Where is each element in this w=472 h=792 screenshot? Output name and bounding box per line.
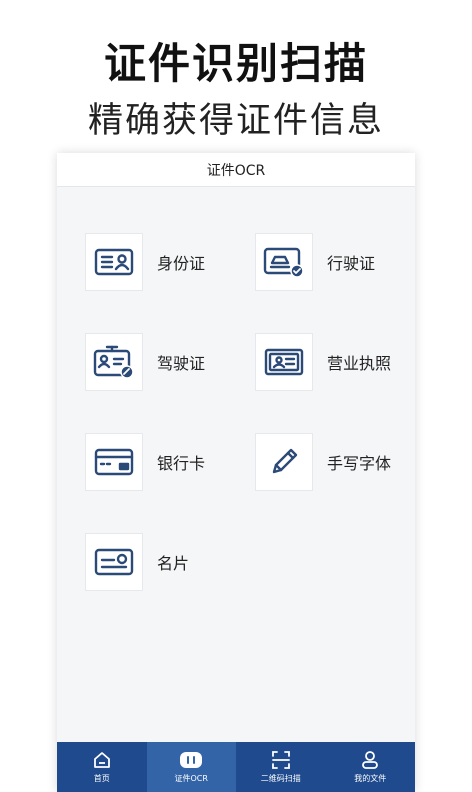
tab-ocr[interactable]: 证件OCR xyxy=(146,742,236,792)
doc-item-driver-license[interactable]: 驾驶证 xyxy=(85,333,205,391)
doc-label: 手写字体 xyxy=(327,454,392,473)
doc-label: 行驶证 xyxy=(327,254,376,273)
ocr-icon xyxy=(180,752,203,768)
doc-label: 银行卡 xyxy=(157,454,206,473)
tab-home[interactable]: 首页 xyxy=(57,742,147,792)
doc-item-vehicle-license[interactable]: 行驶证 xyxy=(255,233,375,291)
screen-title: 证件OCR xyxy=(206,162,266,179)
tab-label: 证件OCR xyxy=(174,774,208,783)
scan-icon xyxy=(271,751,290,769)
promo-title: 证件识别扫描 xyxy=(103,39,368,88)
doc-item-id-card[interactable]: 身份证 xyxy=(85,233,205,291)
bank-card-icon xyxy=(85,433,143,491)
tab-qr-scan[interactable]: 二维码扫描 xyxy=(236,742,326,792)
doc-label: 身份证 xyxy=(157,254,206,273)
phone-screen: 证件OCR 身份证 行驶证 驾驶证 营业执照 银行卡 手写字体 名片 首页 证件… xyxy=(57,153,415,792)
top-bar: 证件OCR xyxy=(57,153,415,187)
doc-item-bank-card[interactable]: 银行卡 xyxy=(85,433,205,491)
doc-label: 名片 xyxy=(157,554,190,573)
user-icon xyxy=(362,751,379,769)
tab-label: 首页 xyxy=(93,774,110,783)
tab-label: 二维码扫描 xyxy=(260,774,301,783)
bottom-tab-bar: 首页 证件OCR 二维码扫描 我的文件 xyxy=(57,742,415,792)
tab-my-files[interactable]: 我的文件 xyxy=(326,742,416,792)
doc-item-handwriting[interactable]: 手写字体 xyxy=(255,433,391,491)
doc-item-business-card[interactable]: 名片 xyxy=(85,533,189,591)
doc-item-business-license[interactable]: 营业执照 xyxy=(255,333,391,391)
home-icon xyxy=(93,752,110,768)
doc-label: 营业执照 xyxy=(327,354,392,373)
vehicle-license-icon xyxy=(255,233,313,291)
business-card-icon xyxy=(85,533,143,591)
business-license-icon xyxy=(255,333,313,391)
tab-label: 我的文件 xyxy=(354,774,387,783)
doc-label: 驾驶证 xyxy=(157,354,206,373)
driver-license-icon xyxy=(85,333,143,391)
pen-icon xyxy=(255,433,313,491)
id-card-icon xyxy=(85,233,143,291)
promo-subtitle: 精确获得证件信息 xyxy=(87,101,384,141)
